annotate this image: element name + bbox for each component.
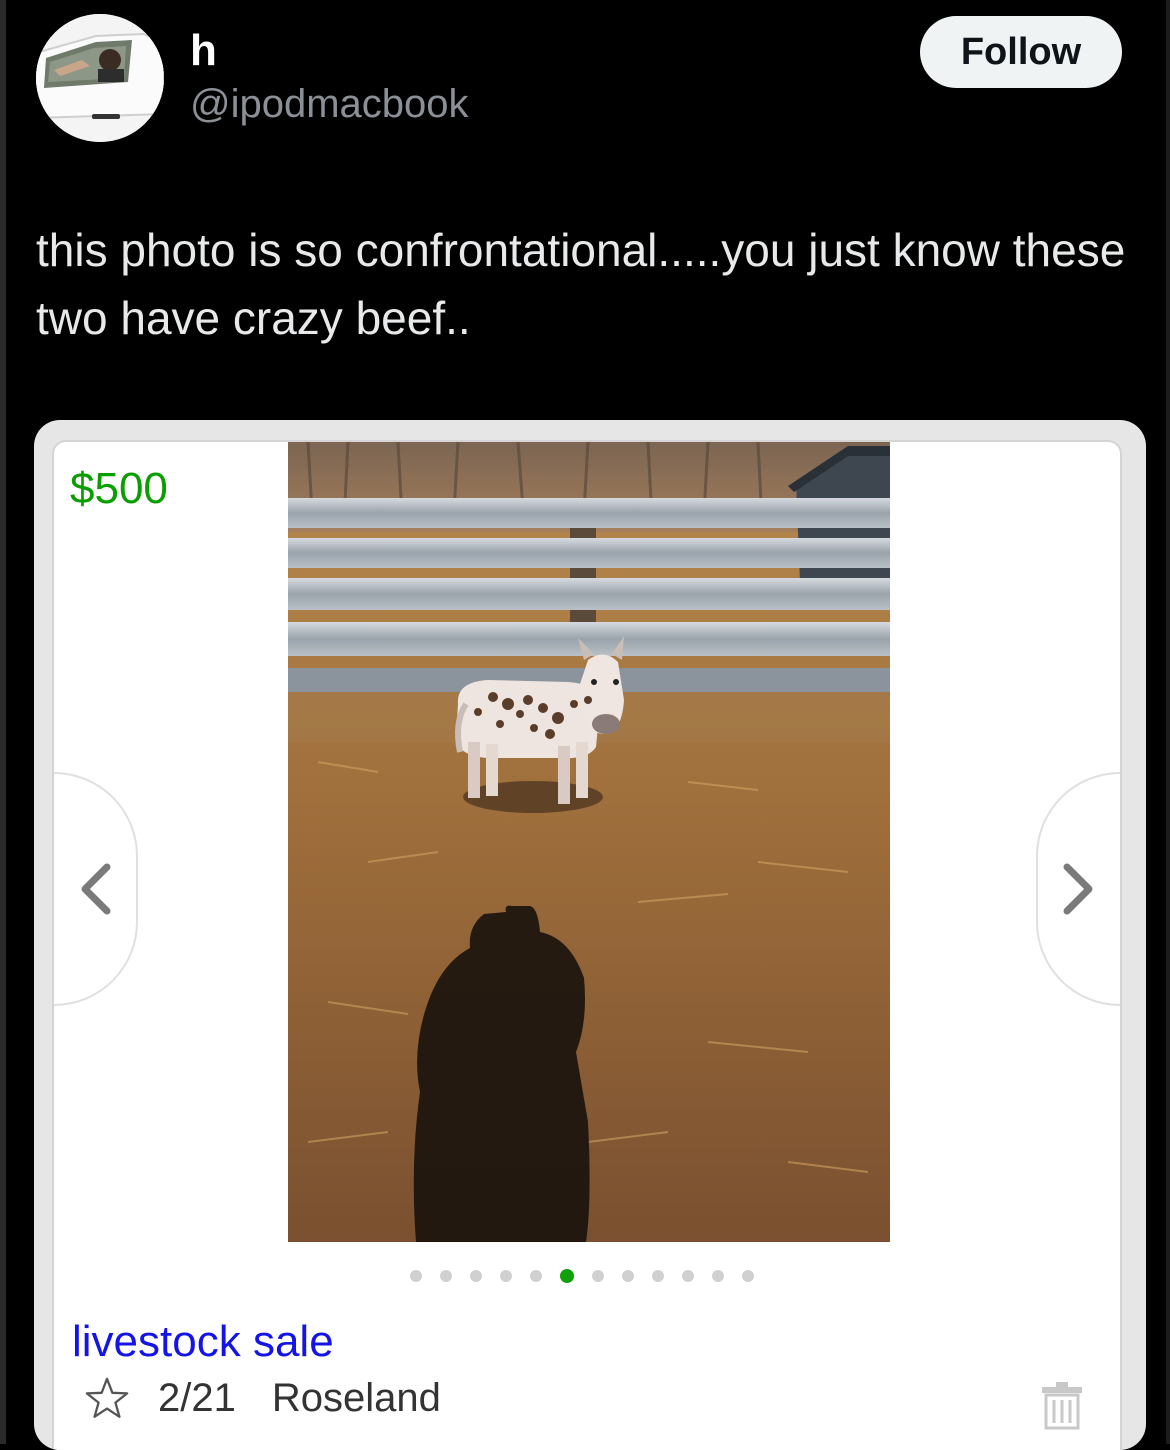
- trash-icon[interactable]: [1040, 1380, 1084, 1430]
- listing-card: $500 livestock sale 2/21 Roseland: [52, 440, 1122, 1450]
- pager-dot[interactable]: [622, 1270, 634, 1282]
- pager-dot[interactable]: [410, 1270, 422, 1282]
- avatar-car-photo: [36, 14, 164, 142]
- display-name[interactable]: h: [190, 26, 217, 76]
- pager-dot[interactable]: [592, 1270, 604, 1282]
- listing-meta: 2/21 Roseland: [84, 1374, 441, 1422]
- listing-date: 2/21: [158, 1376, 236, 1420]
- listing-location: Roseland: [271, 1376, 441, 1420]
- pager-dot[interactable]: [682, 1270, 694, 1282]
- pager-dot[interactable]: [440, 1270, 452, 1282]
- next-image-button[interactable]: [1036, 772, 1120, 1006]
- donkey-photo: [288, 442, 890, 1242]
- pager-dot[interactable]: [742, 1270, 754, 1282]
- chevron-left-icon: [81, 863, 111, 915]
- previous-image-button[interactable]: [54, 772, 138, 1006]
- listing-price: $500: [70, 464, 168, 513]
- pager-dot[interactable]: [530, 1270, 542, 1282]
- follow-button[interactable]: Follow: [920, 16, 1122, 88]
- listing-photo[interactable]: [288, 442, 890, 1242]
- star-icon[interactable]: [84, 1375, 130, 1421]
- image-pager-dots: [410, 1268, 754, 1284]
- pager-dot[interactable]: [500, 1270, 512, 1282]
- pager-dot[interactable]: [470, 1270, 482, 1282]
- listing-title-link[interactable]: livestock sale: [72, 1316, 334, 1368]
- pager-dot-active[interactable]: [560, 1269, 574, 1283]
- chevron-right-icon: [1063, 863, 1093, 915]
- user-handle[interactable]: @ipodmacbook: [190, 80, 469, 128]
- pager-dot[interactable]: [652, 1270, 664, 1282]
- frame-edge-left: [0, 0, 6, 1444]
- avatar[interactable]: [36, 14, 164, 142]
- frame-edge-right: [1166, 0, 1170, 1444]
- pager-dot[interactable]: [712, 1270, 724, 1282]
- post-text: this photo is so confrontational.....you…: [36, 224, 1126, 344]
- listing-screenshot: $500 livestock sale 2/21 Roseland: [34, 420, 1146, 1450]
